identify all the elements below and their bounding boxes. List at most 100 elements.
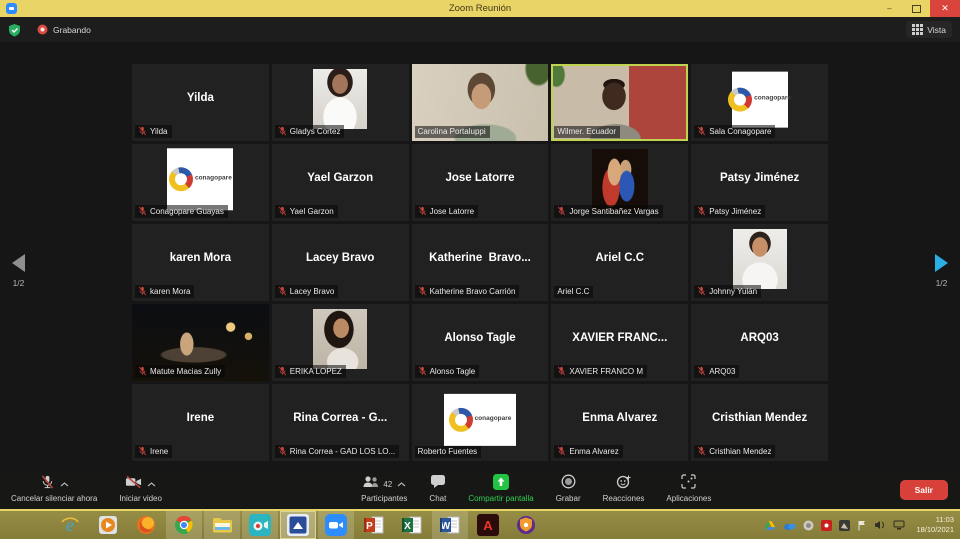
participant-tile[interactable]: Enma AlvarezEnma Alvarez: [551, 384, 688, 461]
participant-tile[interactable]: Matute Macias Zully: [132, 304, 269, 381]
participant-tile[interactable]: IreneIrene: [132, 384, 269, 461]
participant-tile[interactable]: ERIKA LOPEZ: [272, 304, 409, 381]
close-button[interactable]: ✕: [930, 0, 960, 17]
chat-button[interactable]: Chat: [418, 470, 457, 509]
participant-label-text: Sala Conagopare: [709, 127, 771, 136]
participant-label-text: Cristhian Mendez: [709, 447, 771, 456]
tray-volume-icon[interactable]: [874, 520, 886, 530]
mic-off-icon: [278, 206, 287, 216]
toolbar-button-label: Chat: [429, 494, 446, 503]
logo-text: conagopare: [195, 176, 232, 183]
share-button[interactable]: Compartir pantalla: [457, 470, 544, 509]
participant-tile[interactable]: YildaYilda: [132, 64, 269, 141]
window-title: Zoom Reunión: [0, 3, 960, 14]
participant-tile[interactable]: Cristhian MendezCristhian Mendez: [691, 384, 828, 461]
mic-off-icon: [697, 206, 706, 216]
participant-tile[interactable]: XAVIER FRANC...XAVIER FRANCO M: [551, 304, 688, 381]
tray-acrobat-red-icon[interactable]: [821, 520, 832, 531]
participant-tile[interactable]: conagopare Conagopare Guayas: [132, 144, 269, 221]
previous-page-button[interactable]: 1/2: [12, 254, 25, 288]
view-button[interactable]: Vista: [906, 21, 952, 38]
participant-tile[interactable]: Jose LatorreJose Latorre: [412, 144, 549, 221]
participant-tile[interactable]: Ariel C.CAriel C.C: [551, 224, 688, 301]
tray-flag-icon[interactable]: [857, 520, 867, 531]
windows-taskbar: e P X WA 11:03 18/10/2021: [0, 511, 960, 539]
recording-indicator[interactable]: Grabando: [37, 24, 91, 35]
taskbar-antivirus-icon[interactable]: [508, 511, 544, 539]
record-button[interactable]: Grabar: [545, 470, 592, 509]
chevron-up-icon[interactable]: [60, 482, 69, 487]
participant-photo: [313, 69, 367, 129]
participant-tile[interactable]: Alonso TagleAlonso Tagle: [412, 304, 549, 381]
participant-name-center: Enma Alvarez: [551, 384, 688, 451]
participant-name-center: XAVIER FRANC...: [551, 304, 688, 371]
participant-label: karen Mora: [135, 285, 194, 298]
taskbar-excel-icon[interactable]: X: [394, 511, 430, 539]
participant-label-text: Jorge Santibañez Vargas: [569, 207, 658, 216]
window-titlebar: Zoom Reunión – ✕: [0, 0, 960, 17]
taskbar-camera-app-icon[interactable]: [242, 511, 278, 539]
clock-time: 11:03: [916, 515, 954, 525]
participants-button[interactable]: 42Participantes: [350, 470, 418, 509]
page-indicator: 1/2: [936, 278, 948, 288]
participant-tile[interactable]: karen Morakaren Mora: [132, 224, 269, 301]
chevron-up-icon[interactable]: [147, 482, 156, 487]
participant-tile[interactable]: Lacey BravoLacey Bravo: [272, 224, 409, 301]
tray-browser-icon[interactable]: [803, 520, 814, 531]
participant-tile[interactable]: Johnny Yulán: [691, 224, 828, 301]
participant-label-text: XAVIER FRANCO M: [569, 367, 643, 376]
participant-tile[interactable]: Patsy JiménezPatsy Jiménez: [691, 144, 828, 221]
participant-tile[interactable]: Gladys Cortez: [272, 64, 409, 141]
participant-tile[interactable]: Jorge Santibañez Vargas: [551, 144, 688, 221]
taskbar-file-explorer-icon[interactable]: [204, 511, 240, 539]
participant-tile[interactable]: Wilmer. Ecuador: [551, 64, 688, 141]
logo-text: conagopare: [475, 416, 512, 423]
participant-name-center: Ariel C.C: [551, 224, 688, 291]
participant-tile[interactable]: Katherine Bravo...Katherine Bravo Carrió…: [412, 224, 549, 301]
participant-tile[interactable]: ARQ03ARQ03: [691, 304, 828, 381]
share-icon: [493, 474, 509, 495]
toolbar-button-label: Aplicaciones: [666, 494, 711, 503]
participant-name-center: Lacey Bravo: [272, 224, 409, 291]
taskbar-word-icon[interactable]: W: [432, 511, 468, 539]
video-button[interactable]: Iniciar video: [108, 470, 173, 509]
tray-network-icon[interactable]: [893, 520, 905, 530]
participant-tile[interactable]: conagopareRoberto Fuentes: [412, 384, 549, 461]
tray-onedrive-icon[interactable]: [783, 521, 796, 530]
mic-off-icon: [278, 126, 287, 136]
tray-dark-app-icon[interactable]: [839, 520, 850, 531]
taskbar-clock[interactable]: 11:03 18/10/2021: [912, 515, 954, 535]
restore-button[interactable]: [903, 0, 930, 17]
participant-name-center: Katherine Bravo...: [412, 224, 549, 291]
svg-text:X: X: [404, 521, 411, 532]
taskbar-zoom-icon[interactable]: [318, 511, 354, 539]
participant-label-text: Conagopare Guayas: [150, 207, 224, 216]
tray-google-drive-icon[interactable]: [764, 520, 776, 531]
chevron-up-icon[interactable]: [397, 482, 406, 487]
conagopare-logo: conagopare: [167, 148, 233, 210]
mic-muted-icon: [40, 474, 55, 495]
apps-button[interactable]: Aplicaciones: [655, 470, 722, 509]
participant-tile[interactable]: Carolina Portaluppi: [412, 64, 549, 141]
taskbar-scan-app-icon[interactable]: [280, 511, 316, 539]
taskbar-acrobat-icon[interactable]: A: [470, 511, 506, 539]
reactions-button[interactable]: Reacciones: [592, 470, 656, 509]
participant-tile[interactable]: conagopareSala Conagopare: [691, 64, 828, 141]
taskbar-powerpoint-icon[interactable]: P: [356, 511, 392, 539]
taskbar-firefox-icon[interactable]: [128, 511, 164, 539]
next-page-button[interactable]: 1/2: [935, 254, 948, 288]
participant-tile[interactable]: Rina Correa - G...Rina Correa - GAD LOS …: [272, 384, 409, 461]
participant-label: Conagopare Guayas: [135, 205, 228, 218]
participant-label: Jorge Santibañez Vargas: [554, 205, 662, 218]
mic-off-icon: [278, 366, 287, 376]
taskbar-chrome-icon[interactable]: [166, 511, 202, 539]
minimize-button[interactable]: –: [876, 0, 903, 17]
taskbar-media-player-icon[interactable]: [90, 511, 126, 539]
page-indicator: 1/2: [13, 278, 25, 288]
participant-label: Yilda: [135, 125, 172, 138]
svg-text:A: A: [483, 518, 493, 533]
leave-meeting-button[interactable]: Salir: [900, 480, 948, 500]
taskbar-internet-explorer-icon[interactable]: e: [52, 511, 88, 539]
participant-tile[interactable]: Yael GarzonYael Garzon: [272, 144, 409, 221]
mute-button[interactable]: Cancelar silenciar ahora: [0, 470, 108, 509]
